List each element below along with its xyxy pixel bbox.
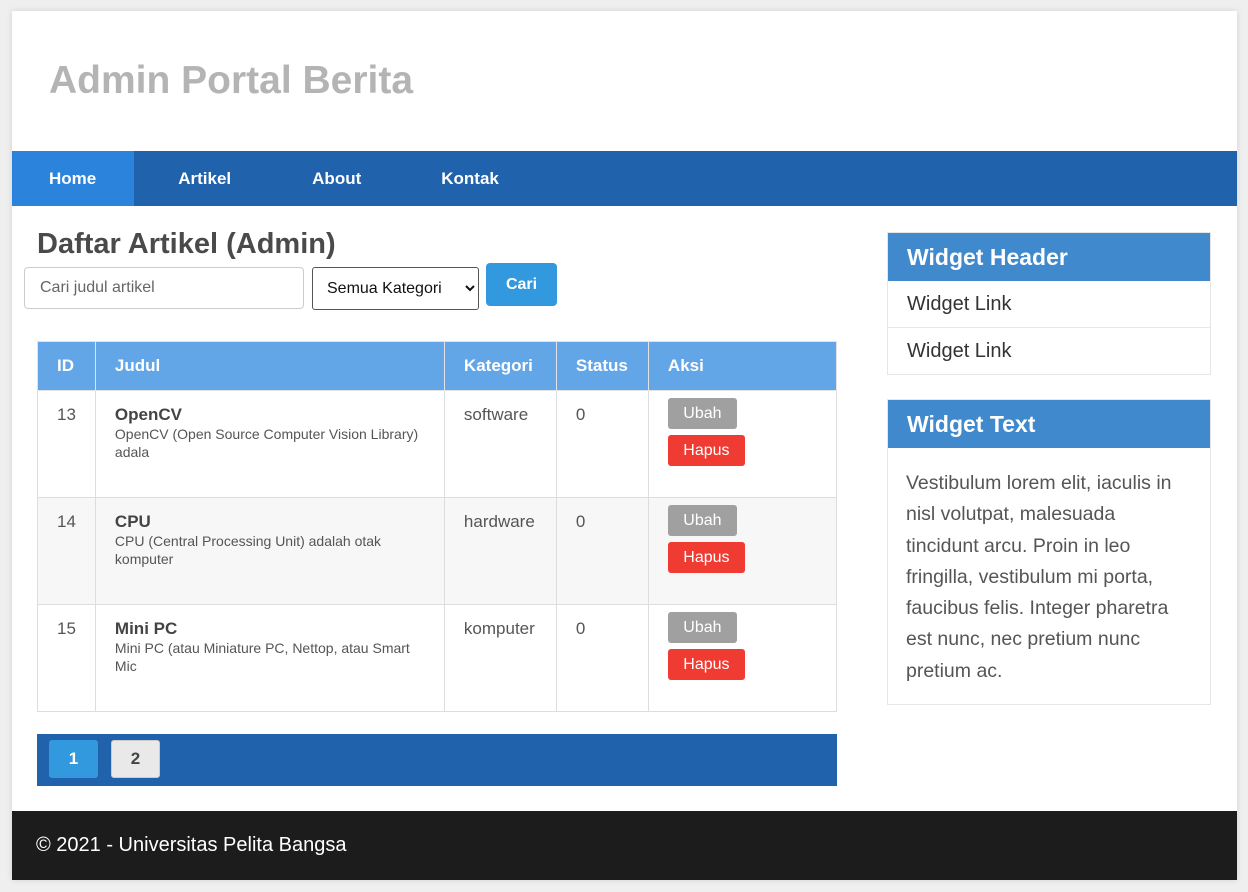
site-header: Admin Portal Berita	[12, 11, 1237, 151]
article-title: Mini PC	[114, 619, 178, 638]
cell-kategori: software	[443, 390, 557, 498]
site-title: Admin Portal Berita	[49, 59, 414, 102]
cell-kategori: komputer	[443, 604, 557, 712]
cell-aksi: Ubah Hapus	[647, 497, 838, 605]
nav-item-about[interactable]: About	[273, 151, 403, 206]
widget-link[interactable]: Widget Link	[888, 281, 1210, 328]
edit-button[interactable]: Ubah	[667, 505, 737, 536]
table-row: 15 Mini PC Mini PC (atau Miniature PC, N…	[37, 604, 838, 712]
main-navigation: Home Artikel About Kontak	[12, 151, 1237, 206]
column-header-judul: Judul	[94, 341, 445, 391]
search-input[interactable]	[24, 267, 304, 309]
cell-judul: Mini PC Mini PC (atau Miniature PC, Nett…	[94, 604, 445, 712]
table-row: 13 OpenCV OpenCV (Open Source Computer V…	[37, 390, 838, 498]
cell-judul: CPU CPU (Central Processing Unit) adalah…	[94, 497, 445, 605]
cell-id: 13	[37, 390, 96, 498]
nav-item-artikel[interactable]: Artikel	[134, 151, 273, 206]
delete-button[interactable]: Hapus	[667, 542, 745, 573]
widget-text-body: Vestibulum lorem elit, iaculis in nisl v…	[906, 472, 1172, 682]
page-title: Daftar Artikel (Admin)	[37, 228, 336, 260]
cell-id: 15	[37, 604, 96, 712]
widget-link[interactable]: Widget Link	[888, 328, 1210, 374]
page-button-2[interactable]: 2	[111, 740, 160, 778]
delete-button[interactable]: Hapus	[667, 435, 745, 466]
cell-status: 0	[555, 497, 649, 605]
widget-links: Widget Header Widget Link Widget Link	[887, 232, 1211, 375]
cell-status: 0	[555, 390, 649, 498]
article-excerpt: Mini PC (atau Miniature PC, Nettop, atau…	[114, 640, 410, 674]
article-excerpt: CPU (Central Processing Unit) adalah ota…	[114, 533, 382, 567]
table-row: 14 CPU CPU (Central Processing Unit) ada…	[37, 497, 838, 605]
cell-judul: OpenCV OpenCV (Open Source Computer Visi…	[94, 390, 445, 498]
pagination: 1 2	[37, 734, 837, 786]
widget-header-title: Widget Header	[888, 233, 1210, 281]
article-title: CPU	[114, 512, 151, 531]
site-footer: © 2021 - Universitas Pelita Bangsa	[12, 811, 1237, 880]
content-area: Daftar Artikel (Admin) Semua Kategori Ca…	[12, 206, 1237, 811]
column-header-id: ID	[37, 341, 96, 391]
edit-button[interactable]: Ubah	[667, 398, 737, 429]
delete-button[interactable]: Hapus	[667, 649, 745, 680]
category-select[interactable]: Semua Kategori	[312, 267, 479, 310]
table-header-row: ID Judul Kategori Status Aksi	[37, 341, 838, 391]
page-button-1[interactable]: 1	[49, 740, 98, 778]
footer-copyright: © 2021 - Universitas Pelita Bangsa	[36, 834, 347, 856]
column-header-kategori: Kategori	[443, 341, 557, 391]
cell-kategori: hardware	[443, 497, 557, 605]
widget-text-title: Widget Text	[888, 400, 1210, 448]
cell-aksi: Ubah Hapus	[647, 390, 838, 498]
cell-id: 14	[37, 497, 96, 605]
nav-item-kontak[interactable]: Kontak	[403, 151, 537, 206]
column-header-aksi: Aksi	[647, 341, 838, 391]
widget-text: Widget Text Vestibulum lorem elit, iacul…	[887, 399, 1211, 705]
article-excerpt: OpenCV (Open Source Computer Vision Libr…	[114, 426, 419, 460]
search-button[interactable]: Cari	[486, 263, 557, 306]
cell-aksi: Ubah Hapus	[647, 604, 838, 712]
articles-table: ID Judul Kategori Status Aksi 13 OpenCV …	[37, 341, 838, 712]
nav-item-home[interactable]: Home	[12, 151, 135, 206]
column-header-status: Status	[555, 341, 649, 391]
article-title: OpenCV	[114, 405, 182, 424]
edit-button[interactable]: Ubah	[667, 612, 737, 643]
cell-status: 0	[555, 604, 649, 712]
page-container: Admin Portal Berita Home Artikel About K…	[12, 11, 1237, 880]
